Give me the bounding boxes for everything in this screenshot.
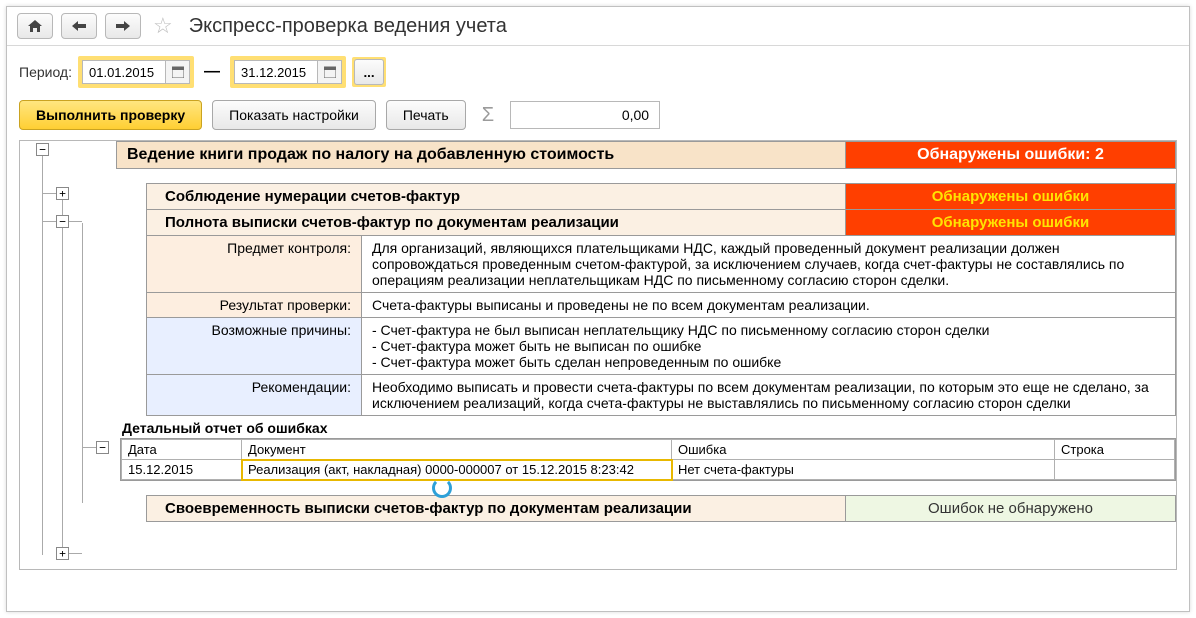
col-line: Строка <box>1055 440 1175 460</box>
kv-recs-label: Рекомендации: <box>146 375 362 416</box>
page-title: Экспресс-проверка ведения учета <box>185 15 507 38</box>
period-dash: — <box>200 63 224 81</box>
check-row-title: Соблюдение нумерации счетов-фактур <box>146 183 846 210</box>
favorite-icon[interactable]: ☆ <box>153 13 173 39</box>
period-label: Период: <box>19 64 72 80</box>
col-doc: Документ <box>242 440 672 460</box>
check-row-title: Своевременность выписки счетов-фактур по… <box>146 495 846 522</box>
kv-recs-val: Необходимо выписать и провести счета-фак… <box>362 375 1176 416</box>
forward-button[interactable] <box>105 13 141 39</box>
sigma-icon: Σ <box>476 104 500 127</box>
check-row-title: Полнота выписки счетов-фактур по докумен… <box>146 210 846 236</box>
kv-subject-label: Предмет контроля: <box>146 236 362 293</box>
col-err: Ошибка <box>672 440 1055 460</box>
section-header-status: Обнаружены ошибки: 2 <box>846 141 1176 169</box>
cell-date: 15.12.2015 <box>122 460 242 480</box>
calendar-to-button[interactable] <box>318 60 342 84</box>
report-output[interactable]: − + − − + Ведение книги продаж по налогу… <box>19 140 1177 570</box>
back-button[interactable] <box>61 13 97 39</box>
home-button[interactable] <box>17 13 53 39</box>
table-row[interactable]: 15.12.2015 Реализация (акт, накладная) 0… <box>122 460 1175 480</box>
check-row-status: Обнаружены ошибки <box>846 210 1176 236</box>
tree-node-expand[interactable]: + <box>56 547 69 560</box>
print-button[interactable]: Печать <box>386 100 466 130</box>
tree-node-collapse[interactable]: − <box>56 215 69 228</box>
kv-subject-val: Для организаций, являющихся плательщикам… <box>362 236 1176 293</box>
tree-node-collapse[interactable]: − <box>36 143 49 156</box>
period-from-input[interactable] <box>82 60 166 84</box>
kv-reasons-val: - Счет-фактура не был выписан неплательщ… <box>362 318 1176 375</box>
tree-node-collapse[interactable]: − <box>96 441 109 454</box>
kv-result-val: Счета-фактуры выписаны и проведены не по… <box>362 293 1176 318</box>
run-check-button[interactable]: Выполнить проверку <box>19 100 202 130</box>
cell-line <box>1055 460 1175 480</box>
loading-spinner-icon <box>432 478 452 498</box>
cell-doc[interactable]: Реализация (акт, накладная) 0000-000007 … <box>242 460 672 480</box>
period-choose-button[interactable]: ... <box>354 59 384 85</box>
tree-gutter: − + − − + <box>20 141 116 569</box>
sum-field[interactable] <box>510 101 660 129</box>
col-date: Дата <box>122 440 242 460</box>
calendar-from-button[interactable] <box>166 60 190 84</box>
section-header: Ведение книги продаж по налогу на добавл… <box>116 141 846 169</box>
period-to-input[interactable] <box>234 60 318 84</box>
check-row-status-ok: Ошибок не обнаружено <box>846 495 1176 522</box>
cell-err: Нет счета-фактуры <box>672 460 1055 480</box>
check-row-status: Обнаружены ошибки <box>846 183 1176 210</box>
kv-result-label: Результат проверки: <box>146 293 362 318</box>
show-settings-button[interactable]: Показать настройки <box>212 100 376 130</box>
errors-heading: Детальный отчет об ошибках <box>120 416 1176 438</box>
tree-node-expand[interactable]: + <box>56 187 69 200</box>
kv-reasons-label: Возможные причины: <box>146 318 362 375</box>
errors-table: Дата Документ Ошибка Строка 15.12.2015 Р… <box>120 438 1176 481</box>
